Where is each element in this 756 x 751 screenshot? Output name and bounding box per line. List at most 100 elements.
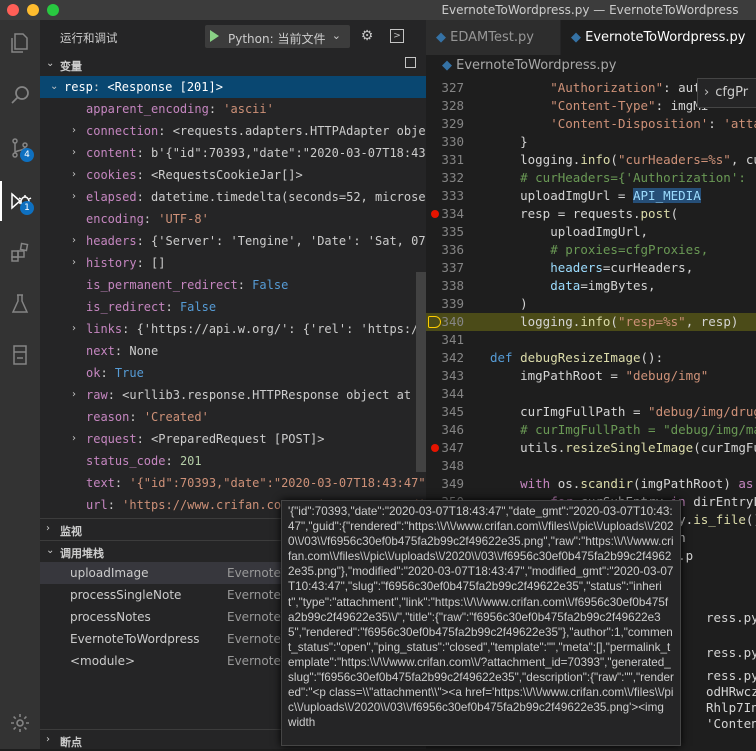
line-number: 338 bbox=[426, 277, 464, 295]
gear-icon[interactable]: ⚙ bbox=[358, 27, 376, 45]
chevron-right-icon[interactable]: › bbox=[72, 164, 76, 186]
variable-row[interactable]: ›history: [] bbox=[40, 252, 426, 274]
breadcrumb-file[interactable]: EvernoteToWordpress.py bbox=[456, 58, 616, 73]
variable-row[interactable]: encoding: 'UTF-8' bbox=[40, 208, 426, 230]
collapse-all-icon[interactable] bbox=[405, 57, 416, 68]
code-line[interactable]: 331 logging.info("curHeaders=%s", cur bbox=[426, 151, 756, 169]
chevron-right-icon[interactable]: › bbox=[72, 120, 76, 142]
variable-value: True bbox=[115, 366, 144, 380]
code-line[interactable]: 345 curImgFullPath = "debug/img/drug. bbox=[426, 403, 756, 421]
variable-row[interactable]: apparent_encoding: 'ascii' bbox=[40, 98, 426, 120]
launch-config-select[interactable]: Python: 当前文件 ⌄ bbox=[205, 25, 350, 48]
variable-row[interactable]: ⌄resp: <Response [201]> bbox=[40, 76, 426, 98]
chevron-right-icon[interactable]: › bbox=[72, 186, 76, 208]
tab-label: EvernoteToWordpress.py bbox=[585, 30, 745, 45]
code-line[interactable]: 336 # proxies=cfgProxies, bbox=[426, 241, 756, 259]
variable-row[interactable]: › cookies: <RequestsCookieJar[]> bbox=[40, 164, 426, 186]
chevron-right-icon[interactable]: › bbox=[72, 428, 76, 450]
line-number: 332 bbox=[426, 169, 464, 187]
chevron-right-icon[interactable]: › bbox=[72, 230, 76, 252]
variable-row[interactable]: ›links: {'https://api.w.org/': {'rel': '… bbox=[40, 318, 426, 340]
code-text: headers=curHeaders, bbox=[490, 259, 693, 277]
variables-scrollbar[interactable] bbox=[416, 272, 426, 472]
variable-separator: : bbox=[108, 498, 122, 512]
variable-value: 'Created' bbox=[144, 410, 209, 424]
variable-row[interactable]: reason: 'Created' bbox=[40, 406, 426, 428]
code-text: with os.scandir(imgPathRoot) as d bbox=[490, 475, 756, 493]
code-line[interactable]: 332 # curHeaders={'Authorization': 'B bbox=[426, 169, 756, 187]
variable-row[interactable]: ok: True bbox=[40, 362, 426, 384]
variable-row[interactable]: text: '{"id":70393,"date":"2020-03-07T18… bbox=[40, 472, 426, 494]
code-line[interactable]: 334 resp = requests.post( bbox=[426, 205, 756, 223]
settings-gear-icon[interactable] bbox=[0, 703, 40, 743]
variable-name: headers: {'Server': 'Tengine', 'Date': '… bbox=[86, 230, 426, 252]
zoom-window-button[interactable] bbox=[47, 4, 59, 16]
code-line[interactable]: 348 bbox=[426, 457, 756, 475]
line-number: 336 bbox=[426, 241, 464, 259]
code-line[interactable]: 343 imgPathRoot = "debug/img" bbox=[426, 367, 756, 385]
chevron-right-icon[interactable]: › bbox=[72, 252, 76, 274]
variables-section-header[interactable]: ⌄ 变量 bbox=[40, 54, 426, 76]
code-line[interactable]: 330 } bbox=[426, 133, 756, 151]
code-line[interactable]: 347 utils.resizeSingleImage(curImgFul bbox=[426, 439, 756, 457]
search-icon[interactable] bbox=[0, 75, 40, 115]
remote-explorer-icon[interactable] bbox=[0, 335, 40, 375]
line-number: 337 bbox=[426, 259, 464, 277]
tab-edamtest[interactable]: ◆ EDAMTest.py bbox=[426, 20, 560, 55]
variable-name: encoding: 'UTF-8' bbox=[86, 208, 209, 230]
variable-value: <Response [201]> bbox=[107, 80, 223, 94]
variable-separator: : bbox=[165, 454, 179, 468]
code-line[interactable]: 349 with os.scandir(imgPathRoot) as d bbox=[426, 475, 756, 493]
code-fragment: ress.py:33 bbox=[706, 668, 756, 683]
close-window-button[interactable] bbox=[7, 4, 19, 16]
code-line[interactable]: 342def debugResizeImage(): bbox=[426, 349, 756, 367]
code-line[interactable]: 344 bbox=[426, 385, 756, 403]
debug-icon[interactable]: 1 bbox=[0, 181, 40, 221]
explorer-icon[interactable] bbox=[0, 23, 40, 63]
code-line[interactable]: 338 data=imgBytes, bbox=[426, 277, 756, 295]
variable-row[interactable]: is_permanent_redirect: False bbox=[40, 274, 426, 296]
code-line[interactable]: 339 ) bbox=[426, 295, 756, 313]
activity-bar: 4 1 bbox=[0, 20, 40, 749]
code-line[interactable]: 340 logging.info("resp=%s", resp) bbox=[426, 313, 756, 331]
tab-evernotetowordpress[interactable]: ◆ EvernoteToWordpress.py ✕ bbox=[561, 20, 756, 55]
start-debug-icon[interactable] bbox=[210, 30, 219, 42]
line-number: 333 bbox=[426, 187, 464, 205]
source-control-icon[interactable]: 4 bbox=[0, 128, 40, 168]
variable-row[interactable]: ›elapsed: datetime.timedelta(seconds=52,… bbox=[40, 186, 426, 208]
variable-row[interactable]: is_redirect: False bbox=[40, 296, 426, 318]
variable-separator: : bbox=[238, 278, 252, 292]
variable-row[interactable]: ›content: b'{"id":70393,"date":"2020-03-… bbox=[40, 142, 426, 164]
code-fragment: odHRwczpcL1 bbox=[706, 684, 756, 699]
variable-row[interactable]: status_code: 201 bbox=[40, 450, 426, 472]
variable-value: <PreparedRequest [POST]> bbox=[151, 432, 324, 446]
variable-value: {'https://api.w.org/': {'rel': 'https://… bbox=[137, 322, 426, 336]
code-fragment: ress.py:31 bbox=[706, 645, 756, 660]
minimize-window-button[interactable] bbox=[27, 4, 39, 16]
line-number: 330 bbox=[426, 133, 464, 151]
code-line[interactable]: 346 # curImgFullPath = "debug/img/mac bbox=[426, 421, 756, 439]
code-line[interactable]: 329 'Content-Disposition': 'attac bbox=[426, 115, 756, 133]
variable-row[interactable]: ›connection: <requests.adapters.HTTPAdap… bbox=[40, 120, 426, 142]
chevron-right-icon[interactable]: › bbox=[72, 318, 76, 340]
variable-name: cookies: <RequestsCookieJar[]> bbox=[86, 164, 303, 186]
testing-flask-icon[interactable] bbox=[0, 284, 40, 324]
variable-row[interactable]: › headers: {'Server': 'Tengine', 'Date': … bbox=[40, 230, 426, 252]
extensions-icon[interactable] bbox=[0, 233, 40, 273]
callstack-title: 调用堆栈 bbox=[60, 545, 104, 561]
code-line[interactable]: 337 headers=curHeaders, bbox=[426, 259, 756, 277]
line-number: 329 bbox=[426, 115, 464, 133]
chevron-down-icon: ⌄ bbox=[46, 58, 54, 69]
code-line[interactable]: 341 bbox=[426, 331, 756, 349]
chevron-right-icon[interactable]: › bbox=[72, 142, 76, 164]
line-number: 327 bbox=[426, 79, 464, 97]
debug-console-icon[interactable]: > bbox=[390, 29, 404, 43]
variable-row[interactable]: next: None bbox=[40, 340, 426, 362]
code-line[interactable]: 333 uploadImgUrl = API_MEDIA bbox=[426, 187, 756, 205]
chevron-down-icon[interactable]: ⌄ bbox=[50, 76, 58, 98]
code-line[interactable]: 335 uploadImgUrl, bbox=[426, 223, 756, 241]
chevron-right-icon[interactable]: › bbox=[72, 384, 76, 406]
code-text: def debugResizeImage(): bbox=[490, 349, 663, 367]
variable-row[interactable]: ›request: <PreparedRequest [POST]> bbox=[40, 428, 426, 450]
variable-row[interactable]: ›raw: <urllib3.response.HTTPResponse obj… bbox=[40, 384, 426, 406]
